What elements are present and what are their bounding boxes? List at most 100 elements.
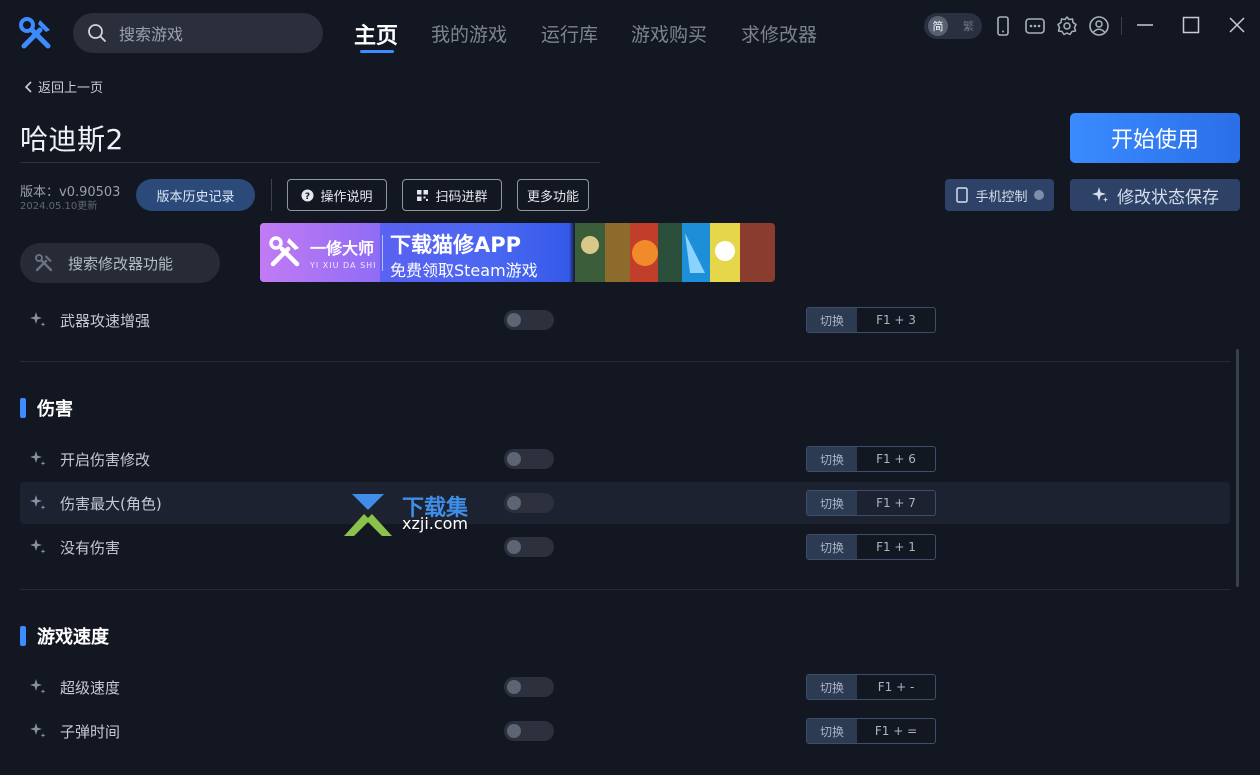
banner-headline: 下载猫修APP (390, 233, 522, 257)
banner-subline: 免费领取Steam游戏 (390, 261, 538, 280)
game-search-input[interactable]: 搜索游戏 (73, 13, 323, 53)
tab-my-games[interactable]: 我的游戏 (431, 20, 507, 47)
option-toggle[interactable] (504, 310, 554, 330)
toggle-knob (507, 496, 521, 510)
tools-logo-icon (19, 17, 51, 49)
hotkey-keys: F1 + 3 (876, 313, 916, 327)
settings-icon[interactable] (1056, 15, 1078, 37)
promo-banner[interactable]: 一修大师 YI XIU DA SHI 下载猫修APP 免费领取Steam游戏 (260, 223, 775, 282)
section-accent-bar (20, 398, 26, 418)
scrollbar[interactable] (1236, 349, 1239, 587)
section-divider (20, 589, 1230, 590)
toggle-knob (507, 313, 521, 327)
option-toggle[interactable] (504, 677, 554, 697)
hotkey-box[interactable]: 切换 F1 + 1 (806, 534, 936, 560)
option-label: 伤害最大(角色) (60, 495, 162, 513)
option-toggle[interactable] (504, 449, 554, 469)
banner-brand-block: 一修大师 YI XIU DA SHI (260, 223, 380, 282)
sparkle-icon (30, 495, 46, 510)
qr-join-group-button[interactable]: 扫码进群 (402, 179, 502, 211)
hotkey-box[interactable]: 切换 F1 + 7 (806, 490, 936, 516)
sparkle-icon (30, 723, 46, 738)
hotkey-box[interactable]: 切换 F1 + 3 (806, 307, 936, 333)
option-label: 子弹时间 (60, 723, 121, 741)
more-features-button[interactable]: 更多功能 (517, 179, 589, 211)
banner-game-art (575, 223, 775, 282)
question-icon: ? (301, 189, 314, 202)
toggle-knob (507, 540, 521, 554)
hotkey-keys: F1 + = (874, 724, 918, 738)
sparkle-icon (1092, 187, 1108, 203)
section-title-text: 伤害 (37, 399, 73, 420)
version-history-button[interactable]: 版本历史记录 (136, 179, 255, 211)
close-icon[interactable] (1226, 14, 1248, 36)
toggle-knob (507, 724, 521, 738)
maximize-icon[interactable] (1180, 14, 1202, 36)
tab-runtime-library[interactable]: 运行库 (541, 20, 598, 47)
sparkle-icon (30, 539, 46, 554)
topbar-separator (1121, 17, 1122, 35)
option-row: 武器攻速增强 切换 F1 + 3 (20, 299, 1230, 341)
hotkey-mode: 切换 (807, 719, 857, 743)
mobile-control-button[interactable]: 手机控制 (945, 179, 1054, 211)
trainer-search-placeholder: 搜索修改器功能 (68, 254, 174, 273)
tools-icon (35, 254, 53, 272)
option-toggle[interactable] (504, 537, 554, 557)
hotkey-box[interactable]: 切换 F1 + = (806, 718, 936, 744)
banner-brand-sub: YI XIU DA SHI (310, 261, 377, 270)
status-dot (1033, 190, 1044, 200)
chat-icon[interactable] (1024, 15, 1046, 37)
sparkle-icon (30, 451, 46, 466)
tablet-icon (956, 187, 969, 203)
option-label: 开启伤害修改 (60, 451, 151, 469)
header-separator (271, 179, 272, 211)
hotkey-box[interactable]: 切换 F1 + 6 (806, 446, 936, 472)
option-toggle[interactable] (504, 721, 554, 741)
phone-icon[interactable] (992, 15, 1014, 37)
section-title-game-speed: 游戏速度 (20, 625, 109, 648)
watermark-logo-icon (344, 494, 392, 536)
language-toggle[interactable]: 简 繁 (924, 13, 982, 39)
option-label: 超级速度 (60, 679, 121, 697)
section-title-text: 游戏速度 (37, 627, 109, 648)
minimize-icon[interactable] (1134, 14, 1156, 36)
hotkey-mode: 切换 (807, 675, 857, 699)
hotkey-box[interactable]: 切换 F1 + - (806, 674, 936, 700)
hotkey-keys: F1 + 6 (876, 452, 916, 466)
user-icon[interactable] (1088, 15, 1110, 37)
toggle-knob (507, 452, 521, 466)
lang-traditional: 繁 (963, 20, 974, 33)
tab-home[interactable]: 主页 (354, 18, 398, 50)
tab-request-trainer[interactable]: 求修改器 (741, 20, 817, 47)
version-date: 2024.05.10更新 (20, 201, 98, 212)
help-button[interactable]: ? 操作说明 (287, 179, 387, 211)
save-state-label: 修改状态保存 (1117, 187, 1219, 208)
option-toggle[interactable] (504, 493, 554, 513)
watermark: 下载集 xzji.com (340, 488, 490, 538)
hotkey-mode: 切换 (807, 447, 857, 471)
option-row: 开启伤害修改 切换 F1 + 6 (20, 438, 1230, 480)
brand-logo-icon (269, 236, 300, 267)
option-row: 子弹时间 切换 F1 + = (20, 710, 1230, 752)
hotkey-mode: 切换 (807, 491, 857, 515)
toggle-knob (507, 680, 521, 694)
option-row: 伤害最大(角色) 切换 F1 + 7 (20, 482, 1230, 524)
sparkle-icon (30, 312, 46, 327)
option-label: 没有伤害 (60, 539, 121, 557)
app-logo (18, 16, 54, 52)
chevron-left-icon (24, 80, 32, 93)
watermark-en: xzji.com (402, 514, 469, 533)
banner-divider (382, 235, 383, 271)
hotkey-keys: F1 + 7 (876, 496, 916, 510)
back-link[interactable]: 返回上一页 (24, 77, 103, 96)
title-divider (20, 162, 600, 163)
tab-game-purchase[interactable]: 游戏购买 (631, 20, 707, 47)
sparkle-icon (30, 679, 46, 694)
trainer-search-input[interactable]: 搜索修改器功能 (20, 243, 220, 283)
save-state-button[interactable]: 修改状态保存 (1070, 179, 1240, 211)
start-button[interactable]: 开始使用 (1070, 113, 1240, 163)
option-row: 超级速度 切换 F1 + - (20, 666, 1230, 708)
qr-label: 扫码进群 (435, 189, 488, 205)
hotkey-mode: 切换 (807, 308, 857, 332)
hotkey-keys: F1 + 1 (876, 540, 916, 554)
